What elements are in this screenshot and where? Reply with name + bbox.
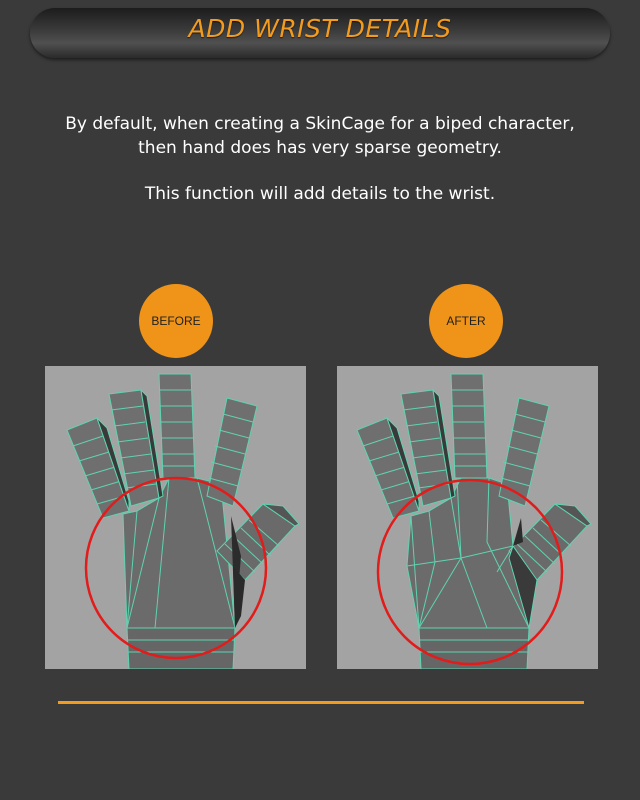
description-line-1: By default, when creating a SkinCage for… [65, 114, 575, 134]
after-viewport [337, 366, 598, 669]
before-hand-wireframe [66, 373, 300, 669]
description-line-2: then hand does has very sparse geometry. [138, 138, 502, 158]
after-hand-wireframe [356, 373, 592, 669]
section-divider [58, 701, 584, 704]
before-viewport [45, 366, 306, 669]
after-badge: AFTER [429, 284, 503, 358]
page-title: ADD WRIST DETAILS [188, 14, 452, 43]
description-line-3: This function will add details to the wr… [144, 184, 496, 204]
before-badge: BEFORE [139, 284, 213, 358]
